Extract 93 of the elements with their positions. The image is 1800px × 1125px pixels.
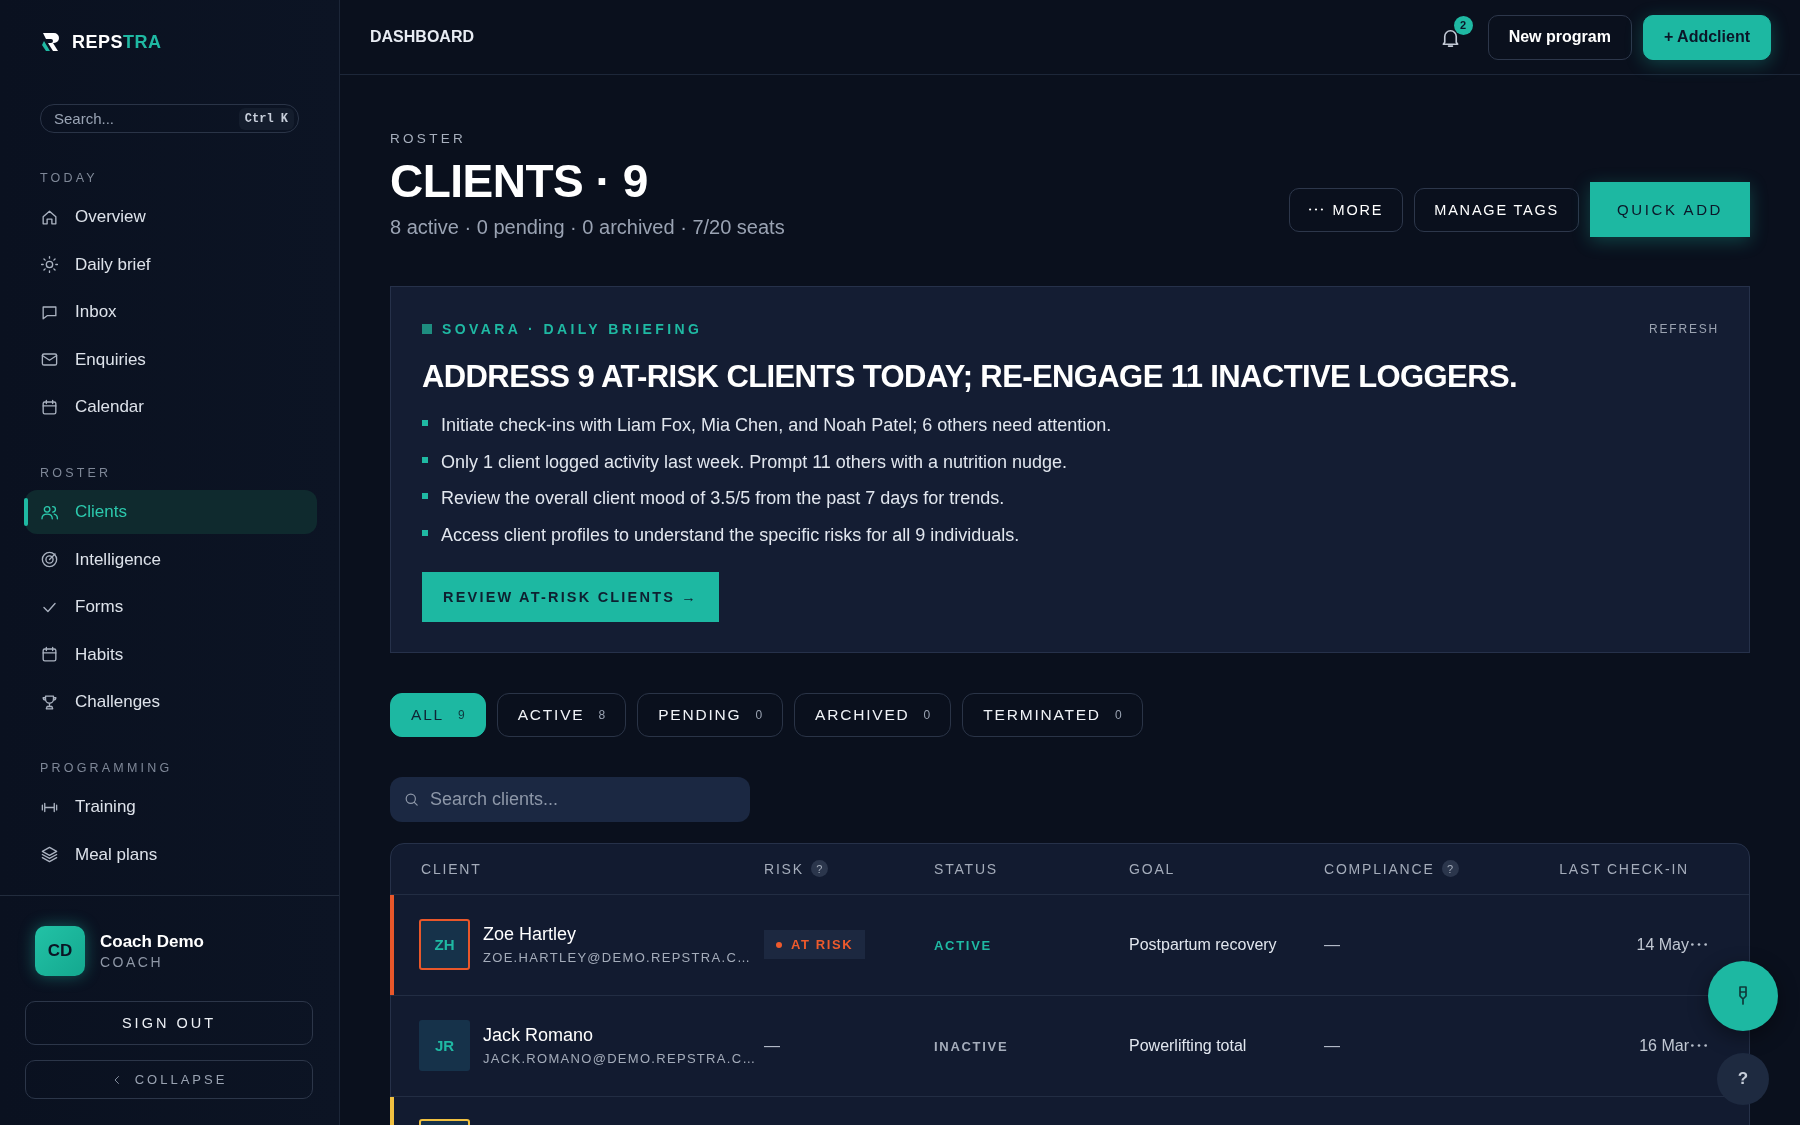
avatar: JR bbox=[419, 1020, 470, 1071]
table-cell: — bbox=[1324, 935, 1340, 953]
briefing-item: Initiate check-ins with Liam Fox, Mia Chen, and Noah Patel; 6 others need attention. bbox=[441, 415, 1112, 436]
filter-tab[interactable]: ARCHIVED 0 bbox=[794, 692, 952, 737]
column-header: COMPLIANCE bbox=[1324, 860, 1435, 877]
nav-item[interactable]: Clients bbox=[25, 490, 317, 534]
layers-icon bbox=[40, 845, 59, 864]
heading: CLIENTS · 9 bbox=[390, 154, 649, 208]
avatar: ZH bbox=[419, 919, 470, 970]
filter-tab[interactable]: ACTIVE 8 bbox=[496, 692, 627, 737]
nav-item[interactable]: Forms bbox=[25, 585, 317, 629]
nav-item[interactable]: Meal plans bbox=[25, 832, 317, 877]
search-field[interactable]: Search... Ctrl K bbox=[40, 104, 299, 133]
dots-icon bbox=[1308, 208, 1323, 211]
client-email: JACK.ROMANO@DEMO.REPSTRA.C… bbox=[483, 1051, 757, 1066]
table-cell: — bbox=[764, 1036, 780, 1054]
briefing-item: Access client profiles to understand the specific risks for all 9 individuals. bbox=[441, 524, 1020, 546]
nav-item[interactable]: Inbox bbox=[25, 290, 317, 334]
help-icon: ? bbox=[810, 860, 828, 877]
nav-item[interactable]: Overview bbox=[25, 195, 317, 239]
calendar-icon bbox=[40, 645, 59, 664]
table-cell: — bbox=[1324, 1036, 1340, 1054]
briefing-item: Review the overall client mood of 3.5/5 from the past 7 days for trends. bbox=[441, 488, 1005, 509]
page-title: DASHBOARD bbox=[370, 28, 475, 46]
brand-name: REPSTRA bbox=[72, 31, 162, 53]
sun-icon bbox=[40, 255, 59, 274]
new-program-button[interactable]: New program bbox=[1487, 14, 1632, 60]
help-button[interactable]: ? bbox=[1717, 1053, 1769, 1105]
square-icon bbox=[422, 324, 432, 334]
notification-badge: 2 bbox=[1453, 15, 1473, 35]
filter-tab[interactable]: PENDING 0 bbox=[637, 692, 784, 737]
nav-item[interactable]: Calendar bbox=[25, 385, 317, 429]
add-client-button[interactable]: + Addclient bbox=[1642, 14, 1771, 60]
nav-section-title: ROSTER bbox=[40, 466, 113, 480]
nav-item[interactable]: Intelligence bbox=[25, 537, 317, 582]
nav-item[interactable]: Enquiries bbox=[25, 337, 317, 382]
bullet-icon bbox=[422, 493, 428, 499]
column-header: GOAL bbox=[1129, 860, 1176, 877]
review-button[interactable]: REVIEW AT-RISK CLIENTS → bbox=[422, 571, 719, 622]
risk-badge: AT RISK bbox=[764, 930, 866, 959]
client-name[interactable]: Jack Romano bbox=[483, 1025, 594, 1046]
section-label: ROSTER bbox=[390, 131, 468, 146]
user-role: COACH bbox=[100, 954, 165, 970]
trophy-icon bbox=[40, 692, 59, 712]
client-search-field[interactable]: Search clients... bbox=[390, 776, 750, 822]
home-icon bbox=[40, 207, 59, 227]
count-label: 9 bbox=[458, 707, 465, 722]
count-label: 0 bbox=[1114, 707, 1122, 722]
nav-item[interactable]: Daily brief bbox=[25, 242, 317, 287]
table-cell: 14 May bbox=[1636, 935, 1689, 953]
status-label: ACTIVE bbox=[934, 937, 992, 953]
manage-tags-button[interactable]: MANAGE TAGS bbox=[1414, 187, 1580, 232]
table-cell: Powerlifting total bbox=[1129, 1036, 1247, 1054]
target-icon bbox=[40, 550, 59, 569]
more-icon[interactable] bbox=[1691, 1044, 1707, 1047]
summary-text: 8 active · 0 pending · 0 archived · 7/20 seats bbox=[390, 216, 785, 239]
more-icon[interactable] bbox=[1691, 943, 1707, 946]
table-cell: 16 Mar bbox=[1639, 1036, 1689, 1054]
shortcut-key: Ctrl K bbox=[238, 107, 294, 130]
filter-tab[interactable]: ALL 9 bbox=[390, 692, 486, 737]
nav-item[interactable]: Habits bbox=[25, 632, 317, 677]
user-name: Coach Demo bbox=[100, 932, 204, 952]
briefing-item: Only 1 client logged activity last week. Prompt 11 others with a nutrition nudge. bbox=[441, 451, 1067, 473]
count-label: 0 bbox=[923, 707, 931, 722]
nav-section-title: PROGRAMMING bbox=[40, 761, 174, 775]
briefing-label: SOVARA · DAILY BRIEFING bbox=[442, 321, 703, 337]
bullet-icon bbox=[422, 529, 428, 536]
more-button[interactable]: MORE bbox=[1288, 187, 1404, 232]
refresh-button[interactable]: REFRESH bbox=[1649, 322, 1719, 336]
status-label: INACTIVE bbox=[934, 1038, 1009, 1054]
column-header: STATUS bbox=[934, 860, 998, 877]
collapse-button[interactable]: COLLAPSE bbox=[25, 1060, 313, 1099]
column-header: RISK bbox=[764, 860, 804, 877]
briefing-headline: ADDRESS 9 AT-RISK CLIENTS TODAY; RE-ENGAGE 11 INACTIVE LOGGERS. bbox=[422, 359, 1519, 395]
nav-section-title: TODAY bbox=[40, 171, 99, 185]
table-cell: Postpartum recovery bbox=[1129, 935, 1277, 953]
calendar-icon bbox=[40, 397, 59, 417]
quick-add-button[interactable]: QUICK ADD bbox=[1590, 182, 1750, 237]
nav-item[interactable]: Challenges bbox=[25, 680, 317, 724]
mail-icon bbox=[40, 350, 59, 369]
client-name[interactable]: Zoe Hartley bbox=[483, 924, 577, 945]
bullet-icon bbox=[422, 456, 428, 463]
count-label: 8 bbox=[598, 707, 606, 722]
nav-item[interactable]: Training bbox=[25, 785, 317, 829]
count-label: 0 bbox=[755, 707, 763, 722]
column-header: CLIENT bbox=[421, 860, 482, 877]
sign-out-button[interactable]: SIGN OUT bbox=[25, 1001, 313, 1045]
bullet-icon bbox=[422, 420, 428, 426]
filter-tab[interactable]: TERMINATED 0 bbox=[962, 692, 1143, 737]
avatar: CD bbox=[35, 926, 85, 976]
client-email: ZOE.HARTLEY@DEMO.REPSTRA.C… bbox=[483, 950, 752, 965]
column-header: LAST CHECK-IN bbox=[1559, 860, 1689, 877]
help-icon: ? bbox=[1441, 860, 1459, 877]
